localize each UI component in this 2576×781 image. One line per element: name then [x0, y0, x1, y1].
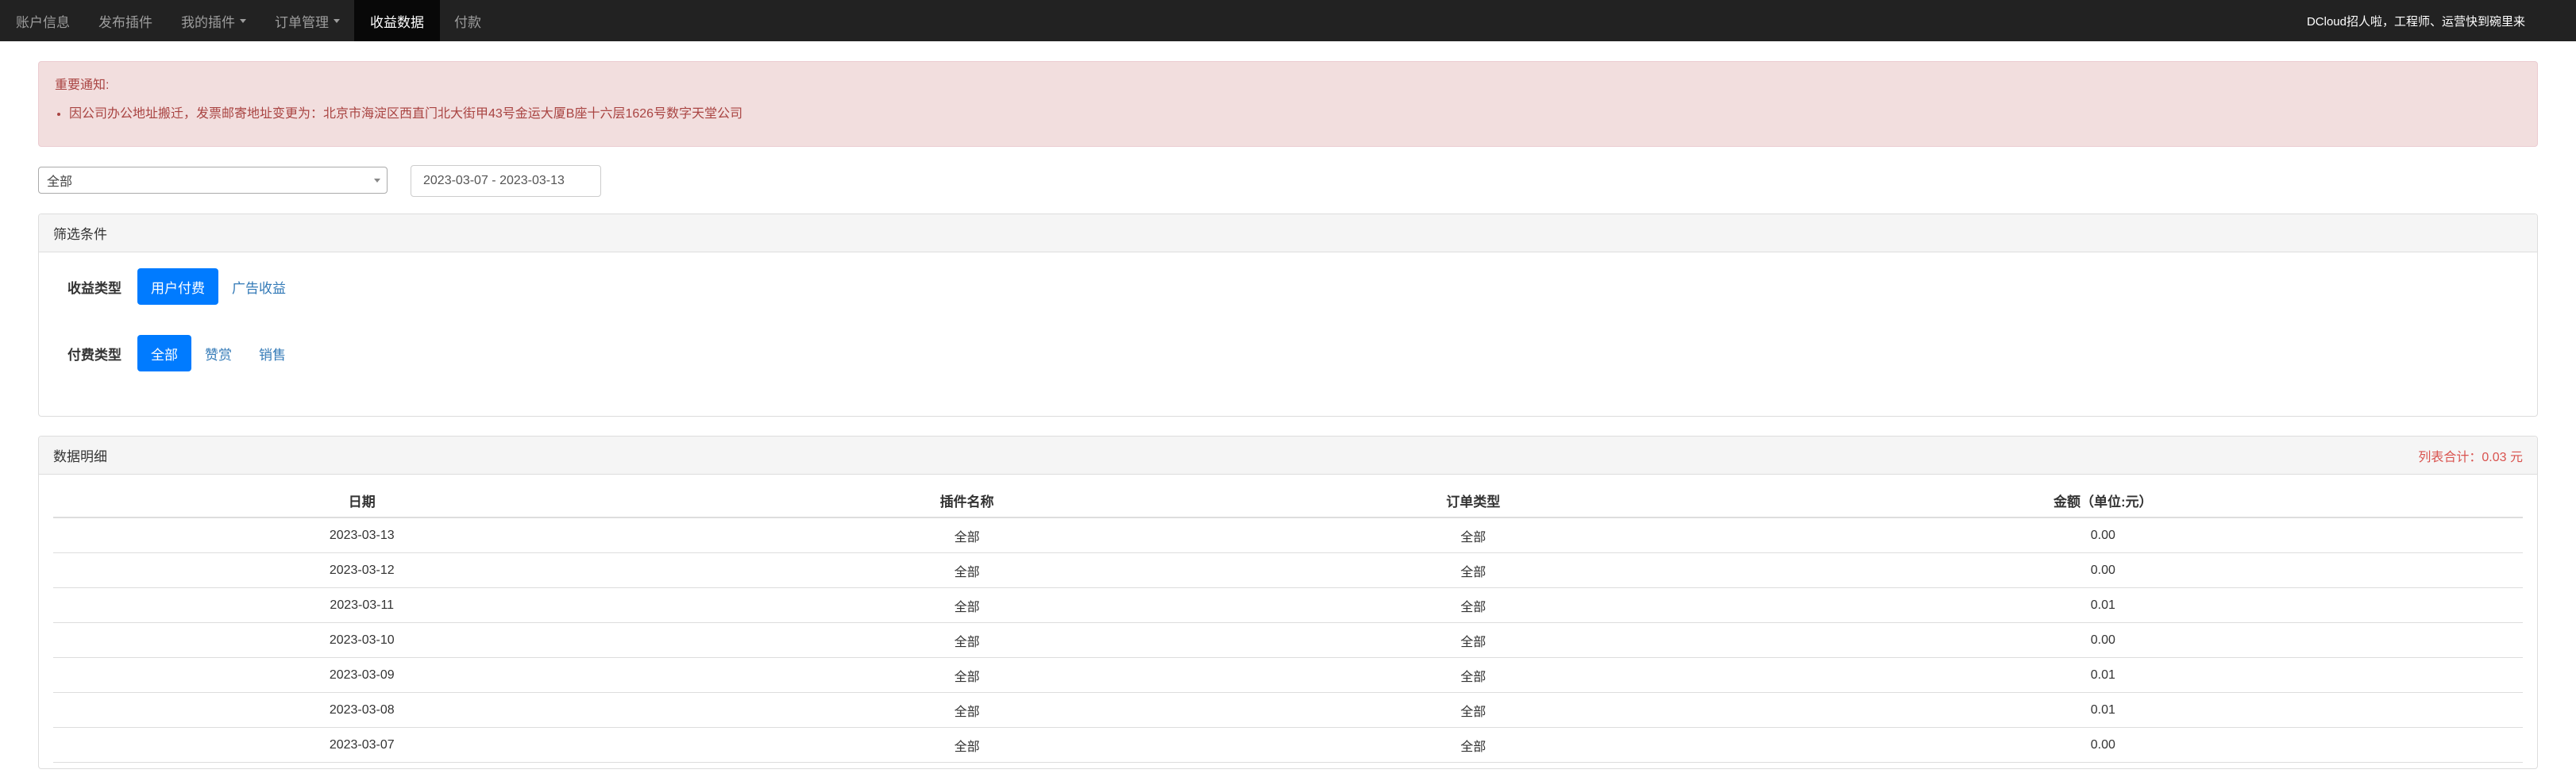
- cell-amount: 0.00: [1683, 727, 2523, 763]
- pay-type-label: 付费类型: [67, 347, 121, 363]
- table-row: 2023-03-09 全部 全部 0.01: [53, 657, 2523, 693]
- cell-order-type: 全部: [1263, 587, 1683, 623]
- alert-item: 因公司办公地址搬迁，发票邮寄地址变更为：北京市海淀区西直门北大街甲43号金运大厦…: [69, 105, 2521, 124]
- important-notice-alert: 重要通知: 因公司办公地址搬迁，发票邮寄地址变更为：北京市海淀区西直门北大街甲4…: [38, 61, 2538, 147]
- nav-item-account-info[interactable]: 账户信息: [0, 0, 84, 41]
- caret-down-icon: [240, 18, 246, 23]
- nav-item-order-management[interactable]: 订单管理: [260, 0, 354, 41]
- plugin-select-value: 全部: [47, 175, 73, 189]
- table-row: 2023-03-10 全部 全部 0.00: [53, 622, 2523, 658]
- cell-order-type: 全部: [1263, 727, 1683, 763]
- cell-plugin-name: 全部: [670, 692, 1263, 728]
- pay-type-reward-button[interactable]: 赞赏: [191, 335, 245, 371]
- plugin-select[interactable]: 全部: [38, 167, 388, 194]
- column-header-order-type: 订单类型: [1263, 475, 1683, 518]
- pay-type-all-button[interactable]: 全部: [137, 335, 191, 371]
- top-navbar: 账户信息 发布插件 我的插件 订单管理 收益数据 付款 DCloud招人啦，工程…: [0, 0, 2576, 41]
- cell-amount: 0.01: [1683, 587, 2523, 623]
- income-type-filter: 收益类型 用户付费 广告收益: [67, 268, 299, 305]
- cell-plugin-name: 全部: [670, 552, 1263, 588]
- cell-date: 2023-03-08: [53, 692, 671, 728]
- recruit-link[interactable]: DCloud招人啦，工程师、运营快到碗里来: [2307, 0, 2576, 41]
- table-header-row: 日期 插件名称 订单类型 金额（单位:元）: [53, 475, 2523, 518]
- column-header-date: 日期: [53, 475, 671, 518]
- column-header-amount: 金额（单位:元）: [1683, 475, 2523, 518]
- cell-plugin-name: 全部: [670, 657, 1263, 693]
- table-row: 2023-03-07 全部 全部 0.00: [53, 727, 2523, 763]
- income-type-ad-revenue-button[interactable]: 广告收益: [218, 268, 299, 305]
- nav-item-label: 账户信息: [16, 14, 70, 30]
- cell-date: 2023-03-13: [53, 517, 671, 553]
- cell-order-type: 全部: [1263, 622, 1683, 658]
- table-row: 2023-03-08 全部 全部 0.01: [53, 692, 2523, 728]
- nav-item-publish-plugin[interactable]: 发布插件: [84, 0, 167, 41]
- income-type-user-paid-button[interactable]: 用户付费: [137, 268, 218, 305]
- nav-item-income-data[interactable]: 收益数据: [354, 0, 440, 41]
- pay-type-filter: 付费类型 全部 赞赏 销售: [67, 335, 299, 371]
- alert-list: 因公司办公地址搬迁，发票邮寄地址变更为：北京市海淀区西直门北大街甲43号金运大厦…: [55, 105, 2521, 124]
- date-range-value: 2023-03-07 - 2023-03-13: [423, 174, 565, 187]
- panel-title: 数据明细: [53, 449, 107, 464]
- list-total: 列表合计：0.03 元: [2418, 450, 2523, 464]
- cell-date: 2023-03-09: [53, 657, 671, 693]
- chevron-down-icon: [374, 179, 380, 183]
- cell-amount: 0.00: [1683, 552, 2523, 588]
- panel-heading: 筛选条件: [39, 214, 2537, 252]
- cell-amount: 0.01: [1683, 692, 2523, 728]
- filter-conditions-panel: 筛选条件 收益类型 用户付费 广告收益 付费类型 全部 赞赏 销售: [38, 214, 2538, 417]
- cell-order-type: 全部: [1263, 517, 1683, 553]
- pay-type-sales-button[interactable]: 销售: [245, 335, 299, 371]
- table-row: 2023-03-11 全部 全部 0.01: [53, 587, 2523, 623]
- cell-order-type: 全部: [1263, 657, 1683, 693]
- table-row: 2023-03-13 全部 全部 0.00: [53, 517, 2523, 553]
- cell-date: 2023-03-07: [53, 727, 671, 763]
- cell-date: 2023-03-12: [53, 552, 671, 588]
- cell-plugin-name: 全部: [670, 622, 1263, 658]
- caret-down-icon: [334, 18, 340, 23]
- nav-item-payment[interactable]: 付款: [440, 0, 496, 41]
- cell-order-type: 全部: [1263, 692, 1683, 728]
- nav-menu: 账户信息 发布插件 我的插件 订单管理 收益数据 付款: [0, 0, 496, 41]
- cell-order-type: 全部: [1263, 552, 1683, 588]
- cell-date: 2023-03-10: [53, 622, 671, 658]
- cell-plugin-name: 全部: [670, 517, 1263, 553]
- income-type-label: 收益类型: [67, 280, 121, 296]
- cell-amount: 0.01: [1683, 657, 2523, 693]
- cell-plugin-name: 全部: [670, 587, 1263, 623]
- nav-item-label: 收益数据: [370, 14, 424, 30]
- nav-item-label: 订单管理: [275, 14, 329, 30]
- column-header-plugin-name: 插件名称: [670, 475, 1263, 518]
- date-range-input[interactable]: 2023-03-07 - 2023-03-13: [411, 165, 601, 197]
- cell-amount: 0.00: [1683, 622, 2523, 658]
- filter-row: 全部 2023-03-07 - 2023-03-13: [38, 165, 2538, 198]
- cell-plugin-name: 全部: [670, 727, 1263, 763]
- alert-title: 重要通知:: [55, 79, 110, 92]
- cell-amount: 0.00: [1683, 517, 2523, 553]
- cell-date: 2023-03-11: [53, 587, 671, 623]
- income-table: 日期 插件名称 订单类型 金额（单位:元） 2023-03-13 全部 全部 0…: [53, 475, 2523, 763]
- nav-item-my-plugins[interactable]: 我的插件: [167, 0, 260, 41]
- nav-item-label: 付款: [454, 14, 481, 30]
- table-row: 2023-03-12 全部 全部 0.00: [53, 552, 2523, 588]
- data-detail-panel: 数据明细 列表合计：0.03 元 日期 插件名称 订单类型 金额（单位:元） 2…: [38, 436, 2538, 769]
- nav-item-label: 我的插件: [181, 14, 235, 30]
- panel-title: 筛选条件: [53, 227, 107, 242]
- nav-item-label: 发布插件: [98, 14, 152, 30]
- panel-heading: 数据明细 列表合计：0.03 元: [39, 437, 2537, 475]
- main-content: 重要通知: 因公司办公地址搬迁，发票邮寄地址变更为：北京市海淀区西直门北大街甲4…: [38, 61, 2538, 769]
